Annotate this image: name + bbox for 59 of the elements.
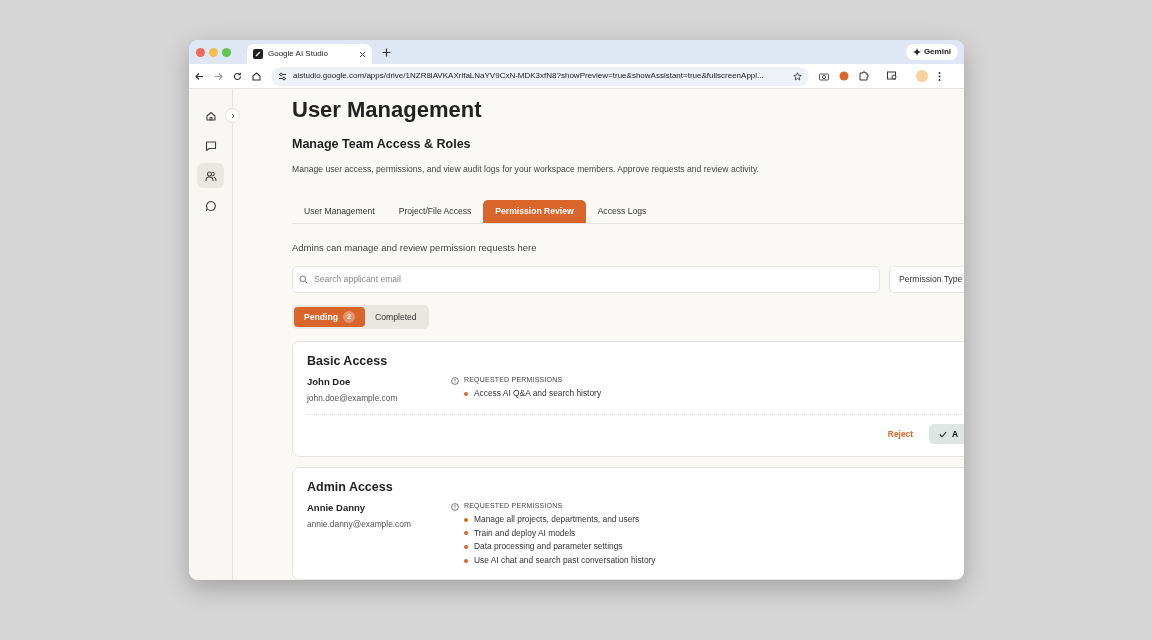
tab[interactable]: Project/File Access xyxy=(386,200,484,224)
permission-item: Data processing and parameter settings xyxy=(474,541,623,554)
bullet-icon xyxy=(464,517,468,522)
gemini-button[interactable]: Gemini xyxy=(905,44,958,60)
hint-text: Admins can manage and review permission requests here xyxy=(292,241,538,256)
applicant-name: John Doe xyxy=(307,375,352,390)
tab-search-icon[interactable] xyxy=(887,71,898,81)
reload-icon[interactable] xyxy=(233,71,242,81)
applicant-name: Annie Danny xyxy=(307,501,367,516)
request-title: Admin Access xyxy=(307,480,394,496)
search-field[interactable]: Search applicant email xyxy=(292,265,880,293)
sparkle-icon xyxy=(912,48,921,56)
permission-item: Train and deploy AI models xyxy=(474,527,576,540)
new-tab-icon[interactable] xyxy=(382,47,391,57)
permission-item: Manage all projects, departments, and users xyxy=(474,513,640,526)
request-title: Basic Access xyxy=(307,354,389,370)
star-icon[interactable] xyxy=(793,71,802,81)
permission-item: Access AI Q&A and search history xyxy=(474,387,602,400)
info-icon xyxy=(451,502,459,511)
applicant-email: annie.danny@example.com xyxy=(307,517,412,531)
page-title: User Management xyxy=(292,97,483,124)
tab[interactable]: Access Logs xyxy=(585,200,659,224)
home-icon xyxy=(204,109,217,122)
applicant-email: john.doe@example.com xyxy=(307,391,399,405)
bubble-icon xyxy=(204,199,217,212)
tab-title: Google AI Studio xyxy=(268,48,330,60)
close-icon[interactable] xyxy=(359,50,366,58)
search-icon xyxy=(299,274,308,284)
camera-icon[interactable] xyxy=(819,71,829,81)
site-settings-icon[interactable] xyxy=(278,71,287,81)
url-text: aistudio.google.com/apps/drive/1NZR8lAVKAXrifaLNaYV9CxN-MDK3xfN8?showPreview=true&showAssistant=true&fullscreenAppl... xyxy=(293,70,765,82)
extension-icon[interactable] xyxy=(839,71,849,81)
users-icon xyxy=(204,169,217,182)
bullet-icon xyxy=(464,391,468,396)
menu-icon[interactable] xyxy=(938,71,941,81)
page-description: Manage user access, permissions, and view audit logs for your workspace members. Approve requests and review activity. xyxy=(292,163,760,177)
approve-button[interactable]: A xyxy=(929,424,964,445)
segment-tab[interactable]: Completed xyxy=(365,306,427,328)
home-icon[interactable] xyxy=(252,71,261,81)
address-bar[interactable]: aistudio.google.com/apps/drive/1NZR8lAVKAXrifaLNaYV9CxN-MDK3xfN8?showPreview=true&showAssistant=true&fullscreenAppl... xyxy=(271,66,809,86)
puzzle-icon[interactable] xyxy=(859,71,869,81)
page-subtitle: Manage Team Access & Roles xyxy=(292,137,472,153)
reject-button[interactable]: Reject xyxy=(887,427,913,441)
forward-icon[interactable] xyxy=(214,71,223,81)
sidebar-item[interactable] xyxy=(197,163,224,188)
browser-tab[interactable]: Google AI Studio xyxy=(247,44,372,64)
chevron-icon xyxy=(229,112,236,119)
favicon-icon xyxy=(253,49,263,59)
check-icon xyxy=(939,430,947,438)
permission-item: Use AI chat and search past conversation history xyxy=(474,555,656,567)
filter-dropdown[interactable]: Permission Type xyxy=(889,265,964,293)
bullet-icon xyxy=(464,558,468,563)
tab[interactable]: User Management xyxy=(292,200,387,224)
bullet-icon xyxy=(464,545,468,550)
bullet-icon xyxy=(464,531,468,536)
info-icon xyxy=(451,376,459,385)
chat-icon xyxy=(204,139,217,152)
back-icon[interactable] xyxy=(195,71,204,81)
tab[interactable]: Permission Review xyxy=(483,200,586,224)
